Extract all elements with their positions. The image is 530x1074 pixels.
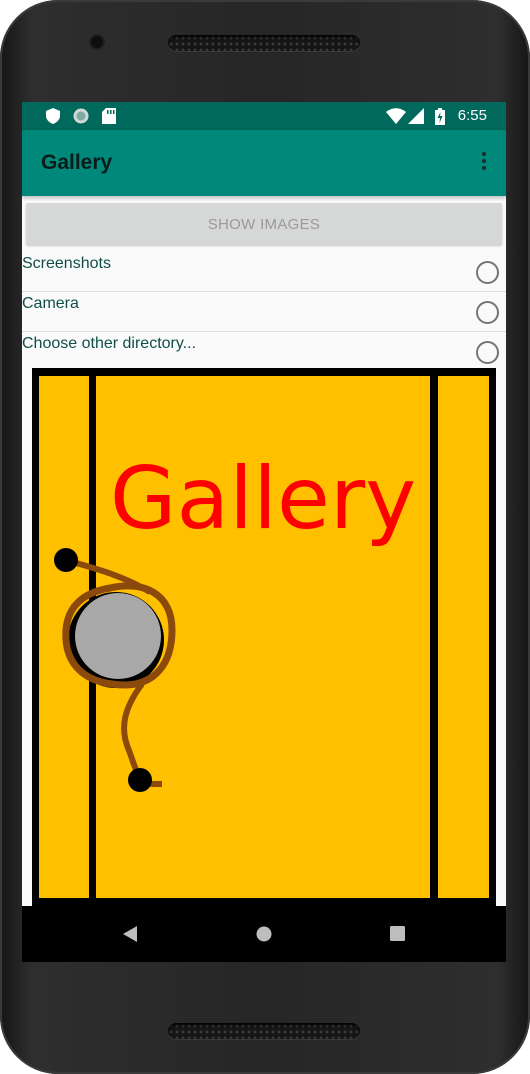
directory-label: Screenshots — [22, 255, 111, 272]
door-panel-right — [438, 376, 489, 898]
app-bar: Gallery — [22, 130, 506, 196]
back-icon[interactable] — [123, 926, 137, 946]
directory-label: Camera — [22, 295, 79, 312]
home-icon[interactable] — [256, 926, 272, 946]
show-images-button[interactable]: SHOW IMAGES — [26, 203, 502, 245]
status-time: 6:55 — [457, 107, 487, 124]
shield-icon — [46, 108, 60, 128]
bottom-speaker — [168, 1023, 360, 1039]
directory-item-screenshots[interactable]: Screenshots — [22, 252, 506, 292]
radio-button[interactable] — [476, 301, 499, 324]
directory-item-camera[interactable]: Camera — [22, 292, 506, 332]
artwork-title: Gallery — [110, 449, 416, 549]
front-camera — [91, 36, 103, 48]
wifi-icon — [386, 108, 406, 128]
handle-knob-bottom — [128, 768, 152, 792]
directory-list: Screenshots Camera Choose other director… — [22, 252, 506, 371]
sync-icon — [73, 108, 89, 128]
door-knob — [75, 593, 161, 679]
phone-frame: 6:55 Gallery SHOW IMAGES Screenshots Cam… — [0, 0, 530, 1074]
status-bar: 6:55 — [22, 102, 506, 130]
battery-icon — [435, 108, 445, 129]
directory-item-choose-other[interactable]: Choose other directory... — [22, 332, 506, 371]
more-vert-icon[interactable] — [480, 152, 488, 174]
sd-card-icon — [102, 108, 116, 128]
screen: 6:55 Gallery SHOW IMAGES Screenshots Cam… — [22, 102, 506, 962]
signal-icon — [408, 108, 424, 128]
radio-button[interactable] — [476, 261, 499, 284]
navigation-bar — [22, 906, 506, 962]
app-title: Gallery — [41, 151, 113, 174]
directory-label: Choose other directory... — [22, 335, 197, 352]
gallery-door-image: Gallery — [32, 368, 496, 908]
handle-knob-top — [54, 548, 78, 572]
top-speaker — [168, 35, 360, 51]
recents-icon[interactable] — [390, 926, 405, 945]
radio-button[interactable] — [476, 341, 499, 364]
